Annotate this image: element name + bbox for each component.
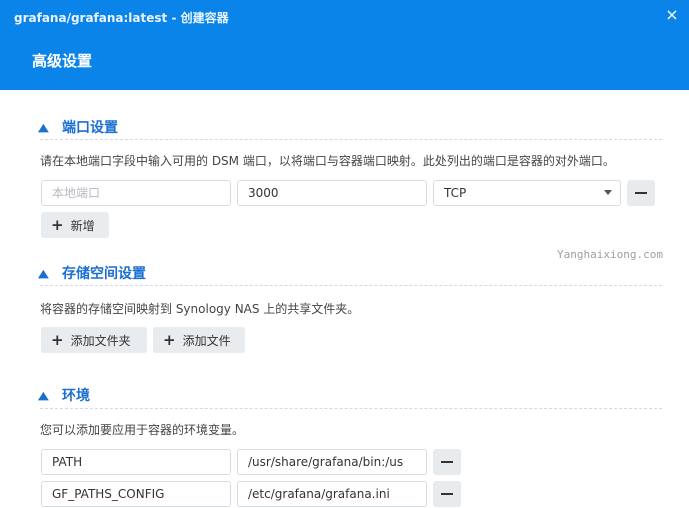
section-divider <box>40 285 662 286</box>
minus-icon <box>441 461 453 463</box>
protocol-select[interactable]: TCP <box>433 180 621 206</box>
plus-icon: + <box>163 331 176 349</box>
env-name-input[interactable]: GF_PATHS_CONFIG <box>41 481 231 507</box>
plus-icon: + <box>51 216 64 234</box>
env-section-description: 您可以添加要应用于容器的环境变量。 <box>40 423 245 437</box>
storage-section-title: 存储空间设置 <box>62 266 146 282</box>
minus-icon <box>441 493 453 495</box>
port-section-toggle[interactable]: ▲ 端口设置 <box>37 117 118 137</box>
watermark: Yanghaixiong.com <box>557 248 663 261</box>
env-value-input[interactable]: /usr/share/grafana/bin:/us <box>237 449 427 475</box>
env-section-title: 环境 <box>62 388 90 404</box>
add-folder-label: 添加文件夹 <box>70 333 131 348</box>
local-port-input[interactable]: 本地端口 <box>41 180 231 206</box>
add-file-label: 添加文件 <box>182 333 231 348</box>
add-folder-button[interactable]: + 添加文件夹 <box>41 327 147 353</box>
create-container-dialog: grafana/grafana:latest - 创建容器 × 高级设置 ▲ 端… <box>0 0 689 508</box>
port-section-description: 请在本地端口字段中输入可用的 DSM 端口，以将端口与容器端口映射。此处列出的端… <box>40 154 615 168</box>
minus-icon <box>635 192 647 194</box>
close-icon[interactable]: × <box>663 6 681 24</box>
page-title: 高级设置 <box>32 52 93 70</box>
storage-section-description: 将容器的存储空间映射到 Synology NAS 上的共享文件夹。 <box>40 302 360 316</box>
window-title: grafana/grafana:latest - 创建容器 <box>14 11 229 25</box>
env-value-input[interactable]: /etc/grafana/grafana.ini <box>237 481 427 507</box>
section-divider <box>40 139 662 140</box>
chevron-up-icon: ▲ <box>37 388 49 402</box>
port-section-title: 端口设置 <box>62 120 118 136</box>
add-port-label: 新增 <box>70 218 95 233</box>
storage-section-toggle[interactable]: ▲ 存储空间设置 <box>37 263 146 283</box>
chevron-up-icon: ▲ <box>37 120 49 134</box>
remove-env-button[interactable] <box>433 449 461 475</box>
remove-port-button[interactable] <box>627 180 655 206</box>
section-divider <box>40 408 662 409</box>
remove-env-button[interactable] <box>433 481 461 507</box>
plus-icon: + <box>51 331 64 349</box>
add-file-button[interactable]: + 添加文件 <box>153 327 245 353</box>
chevron-up-icon: ▲ <box>37 266 49 280</box>
container-port-input[interactable]: 3000 <box>237 180 427 206</box>
env-name-input[interactable]: PATH <box>41 449 231 475</box>
add-port-button[interactable]: + 新增 <box>41 212 109 238</box>
env-section-toggle[interactable]: ▲ 环境 <box>37 385 90 405</box>
protocol-value: TCP <box>444 186 467 200</box>
dropdown-caret-icon <box>604 190 612 195</box>
dialog-header: grafana/grafana:latest - 创建容器 × 高级设置 <box>0 0 689 90</box>
